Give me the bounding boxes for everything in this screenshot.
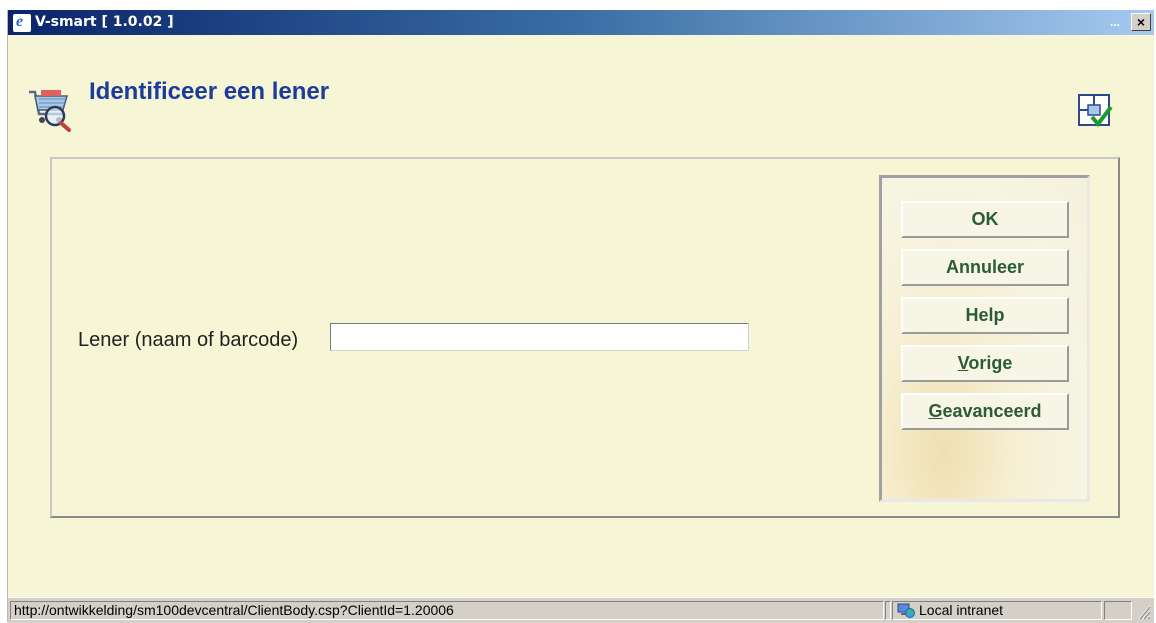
previous-button-label: orige (968, 353, 1013, 373)
cart-search-icon (29, 90, 71, 132)
status-separator (885, 601, 891, 620)
status-panel-empty (1104, 601, 1132, 620)
window-title: V-smart [ 1.0.02 ] (35, 14, 174, 30)
intranet-icon (897, 603, 915, 618)
title-bar[interactable]: e V-smart [ 1.0.02 ] ... × (8, 10, 1154, 35)
cancel-button-label: Annuleer (945, 257, 1024, 277)
borrower-field-label: Lener (naam of barcode) (78, 329, 299, 351)
previous-button-accesskey: V (957, 353, 969, 373)
application-window: e V-smart [ 1.0.02 ] ... × Identificeer … (7, 10, 1154, 623)
zone-label: Local intranet (919, 602, 1004, 618)
title-dots: ... (1109, 15, 1120, 29)
advanced-button-label: eavanceerd (942, 401, 1042, 421)
advanced-button[interactable]: Geavanceerd (901, 393, 1069, 430)
status-bar: http://ontwikkelding/sm100devcentral/Cli… (8, 597, 1154, 623)
close-icon: × (1136, 14, 1146, 30)
ie-icon: e (13, 13, 31, 32)
advanced-button-accesskey: G (928, 401, 943, 421)
ok-button[interactable]: OK (901, 201, 1069, 238)
security-zone: Local intranet (892, 601, 1102, 620)
help-button[interactable]: Help (901, 297, 1069, 334)
form-check-icon[interactable] (1076, 91, 1114, 128)
borrower-input[interactable] (330, 323, 749, 351)
help-button-label: Help (965, 305, 1005, 325)
page-title: Identificeer een lener (89, 78, 330, 105)
close-button[interactable]: × (1131, 13, 1151, 31)
cancel-button[interactable]: Annuleer (901, 249, 1069, 286)
status-url: http://ontwikkelding/sm100devcentral/Cli… (10, 601, 884, 620)
ok-button-label: OK (971, 209, 999, 229)
resize-grip-icon[interactable] (1135, 602, 1151, 620)
previous-button[interactable]: Vorige (901, 345, 1069, 382)
